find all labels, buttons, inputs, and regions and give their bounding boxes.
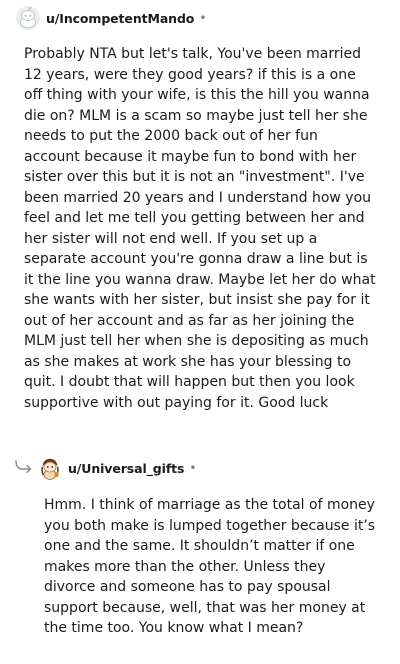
reply-arrow-icon xyxy=(15,460,32,474)
comment-header: u/IncompetentMando • xyxy=(16,2,206,34)
custom-snoo-avatar-icon[interactable] xyxy=(38,456,62,480)
comment-body: Hmm. I think of marriage as the total of… xyxy=(44,497,376,636)
comment-header: u/Universal_gifts • xyxy=(38,452,196,484)
username[interactable]: u/IncompetentMando xyxy=(46,11,194,26)
snoo-default-avatar-icon[interactable] xyxy=(16,6,40,30)
username[interactable]: u/Universal_gifts xyxy=(68,461,184,476)
comment-body: Probably NTA but let's talk, You've been… xyxy=(24,46,376,411)
separator-dot: • xyxy=(189,461,197,475)
separator-dot: • xyxy=(199,11,207,25)
